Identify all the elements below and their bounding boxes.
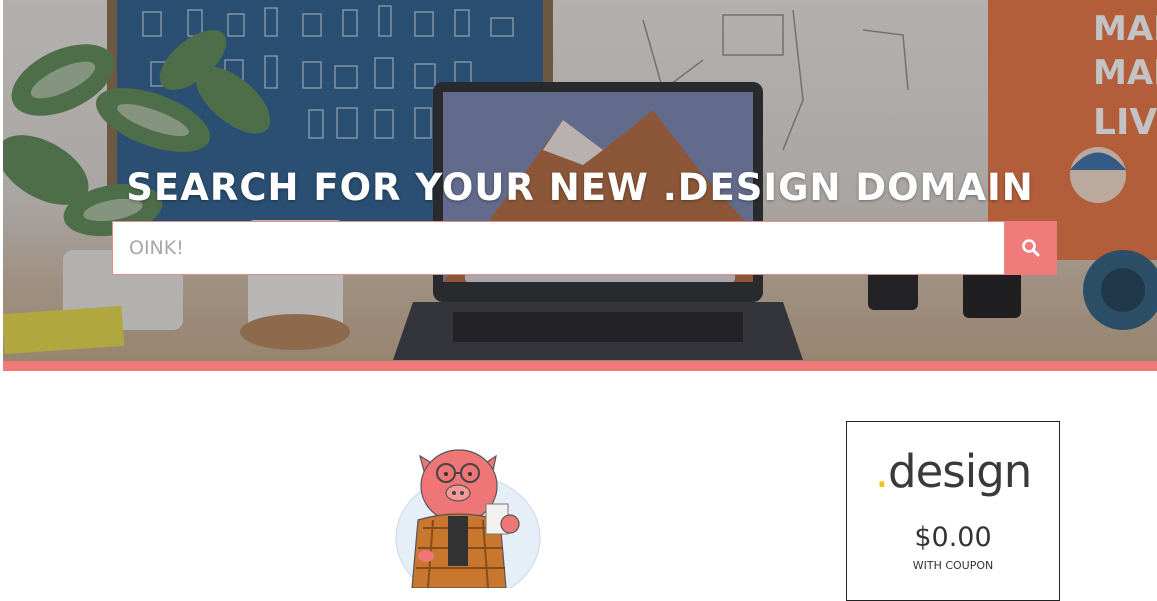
search-button[interactable] xyxy=(1005,221,1057,275)
tld-label: design xyxy=(888,445,1032,498)
pig-mascot-illustration xyxy=(395,449,541,588)
hero-banner: MAKE MAKE. LIVE. xyxy=(3,0,1157,361)
coupon-note: WITH COUPON xyxy=(912,559,994,572)
hero-title: SEARCH FOR YOUR NEW .DESIGN DOMAIN xyxy=(126,166,1034,209)
tld-price-card[interactable]: .design $0.00 WITH COUPON xyxy=(846,421,1060,601)
tld-dot: . xyxy=(874,445,889,498)
search-icon xyxy=(1022,239,1040,257)
search-placeholder: OINK! xyxy=(129,237,184,259)
accent-divider xyxy=(3,361,1157,371)
domain-search-input[interactable]: OINK! xyxy=(112,221,1005,275)
tld-name: .design xyxy=(847,444,1059,500)
tld-price: $0.00 xyxy=(914,522,992,553)
